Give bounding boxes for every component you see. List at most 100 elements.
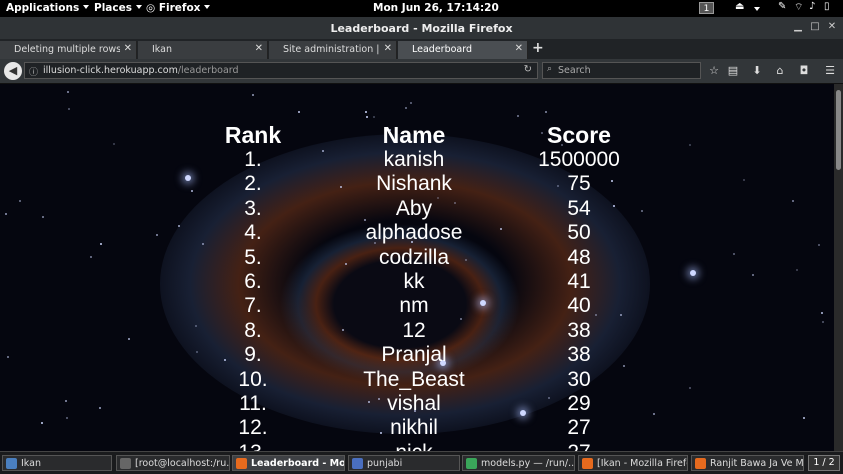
score-header: Score: [547, 122, 611, 148]
rank-cell: 2.: [244, 172, 262, 196]
star: [100, 243, 102, 245]
score-cell: 54: [567, 196, 591, 220]
window-titlebar[interactable]: Leaderboard - Mozilla Firefox ▁ □ ✕: [0, 17, 843, 39]
score-cell: 38: [567, 343, 591, 367]
taskbar-item[interactable]: punjabi: [348, 455, 460, 471]
volume-icon[interactable]: ♪: [809, 1, 815, 12]
taskbar-item-label: models.py — /run/...: [481, 458, 575, 469]
new-tab-icon[interactable]: +: [532, 40, 544, 56]
star: [689, 144, 691, 146]
taskbar-item[interactable]: Leaderboard - Mozill...: [232, 455, 345, 471]
maximize-icon[interactable]: □: [808, 20, 822, 34]
battery-icon[interactable]: ▯: [824, 1, 830, 12]
rank-cell: 13.: [213, 441, 293, 451]
menu-icon[interactable]: ☰: [823, 64, 837, 77]
star: [653, 413, 655, 415]
taskbar-item-label: [root@localhost:/ru...: [135, 458, 230, 469]
star: [5, 213, 7, 215]
name-cell: Aby: [395, 196, 433, 220]
applications-menu[interactable]: Applications: [6, 2, 90, 14]
workspace-indicator[interactable]: 1: [699, 2, 714, 14]
star: [113, 143, 115, 145]
firefox-app-menu[interactable]: ◎ Firefox: [146, 2, 211, 14]
close-window-icon[interactable]: ✕: [825, 20, 839, 34]
navigation-bar: ◀ ⓘ illusion-click.herokuapp.com/leaderb…: [0, 59, 843, 84]
minimize-icon[interactable]: ▁: [791, 20, 805, 34]
star: [733, 253, 735, 255]
eject-icon[interactable]: ⏏: [735, 1, 744, 12]
app-icon: [466, 458, 477, 469]
star: [689, 387, 691, 389]
score-column: Score 1500000755450484140383830292727: [523, 122, 635, 451]
page-scrollbar[interactable]: [834, 84, 843, 451]
star: [517, 115, 519, 117]
places-menu[interactable]: Places: [94, 2, 142, 14]
tab-deleting-rows[interactable]: Deleting multiple rows from ✕: [0, 41, 137, 59]
taskbar-item-label: punjabi: [367, 458, 403, 469]
name-cell: Pranjal: [381, 343, 447, 367]
reading-list-icon[interactable]: ▤: [726, 64, 740, 77]
star: [822, 321, 824, 323]
rank-cell: 8.: [244, 318, 262, 342]
tab-leaderboard[interactable]: Leaderboard ✕: [398, 41, 528, 59]
rank-cell: 1.: [244, 148, 262, 171]
star: [128, 338, 130, 340]
top-panel: Applications Places ◎ Firefox Mon Jun 26…: [0, 0, 843, 17]
rank-cell: 11.: [239, 392, 267, 416]
star: [19, 200, 21, 202]
name-cell: alphadose: [365, 221, 463, 245]
clock[interactable]: Mon Jun 26, 17:14:20: [373, 2, 499, 14]
taskbar-item[interactable]: models.py — /run/...: [462, 455, 575, 471]
rank-header: Rank: [224, 122, 282, 148]
rank-cell: 7.: [244, 294, 262, 318]
score-cell: 50: [567, 221, 591, 245]
eject-dropdown-icon[interactable]: [754, 7, 760, 11]
url-bar[interactable]: ⓘ illusion-click.herokuapp.com/leaderboa…: [24, 62, 538, 79]
taskbar-item[interactable]: Ikan: [2, 455, 112, 471]
info-icon[interactable]: ⓘ: [29, 65, 38, 78]
star: [68, 108, 70, 110]
star: [178, 225, 180, 227]
tab-label: Site administration | Django: [283, 44, 380, 55]
taskbar-item[interactable]: [root@localhost:/ru...: [116, 455, 230, 471]
star: [405, 107, 407, 109]
star: [500, 228, 502, 230]
rank-cell: 3.: [244, 196, 262, 220]
scrollbar-thumb[interactable]: [836, 90, 841, 170]
search-bar[interactable]: ⌕: [542, 62, 701, 79]
name-cell: kk: [403, 270, 425, 294]
close-tab-icon[interactable]: ✕: [515, 43, 523, 54]
close-tab-icon[interactable]: ✕: [255, 43, 263, 54]
close-tab-icon[interactable]: ✕: [124, 43, 132, 54]
window-title: Leaderboard - Mozilla Firefox: [330, 22, 513, 35]
rank-cell: 5.: [244, 245, 262, 269]
close-tab-icon[interactable]: ✕: [384, 43, 392, 54]
tab-ikan[interactable]: Ikan ✕: [138, 41, 268, 59]
star: [545, 111, 547, 113]
taskbar-item[interactable]: Ranjit Bawa Ja Ve M...: [691, 455, 804, 471]
star: [410, 102, 412, 104]
tab-site-administration[interactable]: Site administration | Django ✕: [269, 41, 397, 59]
search-input[interactable]: [558, 64, 698, 77]
pocket-icon[interactable]: ◘: [797, 64, 811, 77]
reload-icon[interactable]: ↻: [524, 64, 532, 75]
firefox-icon: ◎: [146, 2, 156, 14]
bright-star: [690, 270, 696, 276]
star: [195, 325, 197, 327]
bookmark-star-icon[interactable]: ☆: [707, 64, 721, 77]
name-cell: vishal: [387, 392, 441, 416]
tab-strip: Deleting multiple rows from ✕ Ikan ✕ Sit…: [0, 39, 843, 59]
score-cell: 40: [567, 294, 591, 318]
workspace-pager[interactable]: 1 / 2: [808, 455, 840, 471]
home-icon[interactable]: ⌂: [773, 64, 787, 77]
pen-icon[interactable]: ✎: [778, 1, 786, 12]
back-arrow-icon[interactable]: ◀: [4, 62, 22, 80]
star: [821, 312, 823, 314]
download-icon[interactable]: ⬇: [750, 64, 764, 77]
taskbar-item[interactable]: [Ikan - Mozilla Firefo...: [578, 455, 688, 471]
star: [365, 111, 367, 113]
wifi-icon[interactable]: ⌔: [794, 1, 803, 14]
app-icon: [6, 458, 17, 469]
url-host: illusion-click.herokuapp.com: [43, 65, 178, 76]
score-cell: 38: [567, 318, 591, 342]
